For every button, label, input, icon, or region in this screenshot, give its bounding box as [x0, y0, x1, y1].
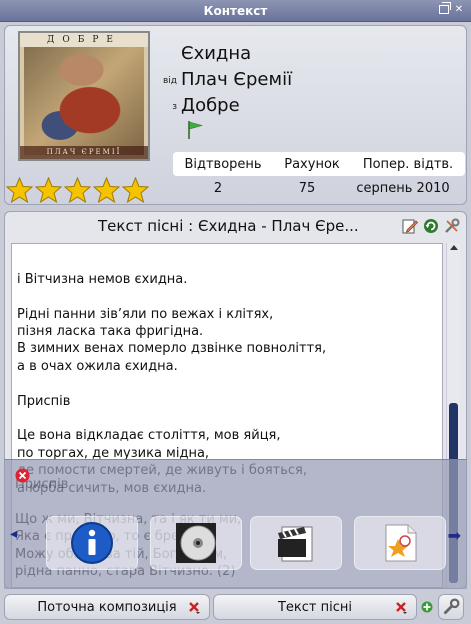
album-cover[interactable]: ДОБРЕ ПЛАЧ ЄРЕМІЇ — [18, 31, 150, 161]
applet-videoclip[interactable] — [250, 516, 342, 570]
cd-icon — [176, 523, 216, 563]
stat-score: 75 — [298, 180, 316, 196]
window-title-bar: Контекст ✕ — [0, 0, 471, 22]
close-tab-icon[interactable] — [394, 600, 408, 614]
window-title: Контекст — [203, 3, 268, 18]
tray-prev-icon[interactable]: ◂ — [10, 526, 17, 542]
edit-icon[interactable] — [402, 218, 418, 234]
video-clapper-icon — [278, 526, 313, 562]
star-icon[interactable] — [64, 177, 91, 203]
applet-favorites[interactable] — [354, 516, 446, 570]
add-applet-icon[interactable] — [421, 601, 433, 613]
tab-lyrics[interactable]: Текст пісні — [213, 594, 417, 620]
tab-lyrics-label: Текст пісні — [277, 599, 352, 615]
applet-info[interactable] — [46, 516, 138, 570]
tab-current-track-label: Поточна композиція — [37, 599, 177, 615]
refresh-icon[interactable] — [423, 218, 439, 234]
favorite-document-icon — [385, 524, 417, 562]
tab-current-track[interactable]: Поточна композиція — [4, 594, 210, 620]
tray-next-icon[interactable]: ➡ — [448, 526, 461, 545]
artist-prefix: від — [162, 76, 177, 86]
stat-playcount: 2 — [213, 180, 223, 196]
star-icon[interactable] — [122, 177, 149, 203]
stat-header-playcount: Відтворень — [184, 156, 262, 172]
bottom-tab-bar: Поточна композиція Текст пісні — [0, 591, 471, 624]
applet-albums[interactable] — [150, 516, 242, 570]
configure-applets-button[interactable] — [438, 594, 464, 620]
close-tab-icon[interactable] — [187, 600, 201, 614]
album-cover-art — [24, 37, 144, 155]
wrench-icon — [443, 598, 460, 615]
close-icon[interactable]: ✕ — [453, 4, 465, 16]
album-cover-title: ДОБРЕ — [20, 33, 148, 47]
lyrics-header: Текст пісні : Єхидна - Плач Єре... — [98, 217, 359, 235]
close-tray-icon[interactable] — [15, 468, 30, 483]
applet-tray: Приспів Що ж ми, Вітчизна, та і як ти ми… — [4, 459, 467, 589]
flag-icon[interactable] — [187, 120, 203, 140]
stats-header: Відтворень Рахунок Попер. відтв. — [173, 152, 465, 176]
stat-header-last-played: Попер. відтв. — [362, 156, 454, 172]
stat-last-played: серпень 2010 — [356, 180, 450, 196]
info-icon — [71, 522, 113, 564]
stat-header-score: Рахунок — [284, 156, 340, 172]
star-icon[interactable] — [35, 177, 62, 203]
star-icon[interactable] — [6, 177, 33, 203]
track-title[interactable]: Єхидна — [181, 43, 251, 64]
track-info: Єхидна від Плач Єремії з Добре — [155, 38, 292, 116]
album-prefix: з — [172, 102, 177, 112]
rating-stars[interactable] — [6, 177, 149, 203]
track-artist[interactable]: Плач Єремії — [181, 69, 292, 90]
album-cover-artist: ПЛАЧ ЄРЕМІЇ — [20, 146, 148, 159]
track-album[interactable]: Добре — [181, 95, 240, 116]
star-icon[interactable] — [93, 177, 120, 203]
stats-values: 2 75 серпень 2010 — [168, 177, 460, 199]
settings-icon[interactable] — [444, 218, 460, 234]
scroll-up-icon[interactable] — [450, 245, 458, 250]
restore-icon[interactable] — [439, 2, 451, 14]
